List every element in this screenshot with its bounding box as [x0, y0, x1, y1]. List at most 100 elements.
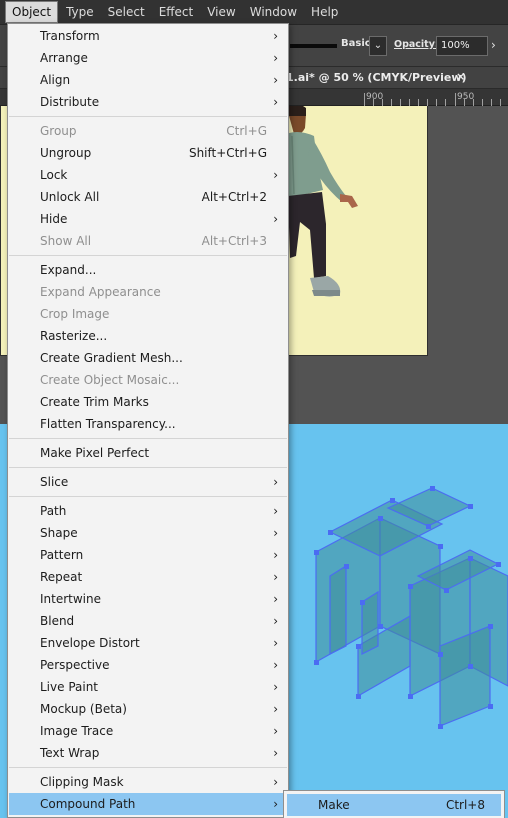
submenu-arrow-icon: ›	[273, 775, 278, 789]
ruler-tick	[427, 99, 428, 106]
submenu-arrow-icon: ›	[273, 475, 278, 489]
menu-select[interactable]: Select	[102, 1, 151, 23]
menu-item-label: Image Trace	[40, 724, 114, 738]
menu-item-crop-image: Crop Image	[9, 303, 287, 325]
menu-item-label: Expand Appearance	[40, 285, 161, 299]
menu-item-compound-path[interactable]: Compound Path ›	[9, 793, 287, 815]
submenu-arrow-icon: ›	[273, 592, 278, 606]
brush-stroke-preview[interactable]	[290, 44, 337, 48]
menu-item-label: Pattern	[40, 548, 84, 562]
menu-separator	[9, 255, 287, 256]
menu-item-clipping-mask[interactable]: Clipping Mask ›	[9, 771, 287, 793]
menu-item-perspective[interactable]: Perspective ›	[9, 654, 287, 676]
menu-item-intertwine[interactable]: Intertwine ›	[9, 588, 287, 610]
submenu-arrow-icon: ›	[273, 51, 278, 65]
menu-item-mockup-beta[interactable]: Mockup (Beta) ›	[9, 698, 287, 720]
document-tab-title[interactable]: 1.ai* @ 50 % (CMYK/Preview)	[286, 71, 467, 84]
menu-item-shortcut: Ctrl+G	[226, 124, 267, 138]
menu-item-label: Clipping Mask	[40, 775, 124, 789]
menu-item-align[interactable]: Align ›	[9, 69, 287, 91]
menu-item-label: Slice	[40, 475, 69, 489]
menu-item-label: Make Pixel Perfect	[40, 446, 150, 460]
menu-item-label: Create Trim Marks	[40, 395, 149, 409]
menu-item-live-paint[interactable]: Live Paint ›	[9, 676, 287, 698]
menu-item-rasterize[interactable]: Rasterize...	[9, 325, 287, 347]
menu-item-shape[interactable]: Shape ›	[9, 522, 287, 544]
menu-item-label: Group	[40, 124, 77, 138]
menu-item-blend[interactable]: Blend ›	[9, 610, 287, 632]
menu-item-slice[interactable]: Slice ›	[9, 471, 287, 493]
ruler-tick	[445, 99, 446, 106]
menu-item-label: Path	[40, 504, 67, 518]
submenu-arrow-icon: ›	[273, 680, 278, 694]
menu-item-path[interactable]: Path ›	[9, 500, 287, 522]
chevron-down-icon: ⌄	[373, 40, 383, 51]
menu-item-image-trace[interactable]: Image Trace ›	[9, 720, 287, 742]
menu-item-ungroup[interactable]: Ungroup Shift+Ctrl+G	[9, 142, 287, 164]
menu-item-flatten-transparency[interactable]: Flatten Transparency...	[9, 413, 287, 435]
menu-item-shortcut: Alt+Ctrl+2	[201, 190, 267, 204]
menu-item-transform[interactable]: Transform ›	[9, 25, 287, 47]
menu-item-distribute[interactable]: Distribute ›	[9, 91, 287, 113]
ruler-tick	[418, 99, 419, 106]
menu-item-create-object-mosaic: Create Object Mosaic...	[9, 369, 287, 391]
menu-item-label: Intertwine	[40, 592, 102, 606]
menu-item-unlock-all[interactable]: Unlock All Alt+Ctrl+2	[9, 186, 287, 208]
menu-item-shortcut: Ctrl+8	[445, 798, 485, 812]
ruler-label: 900	[366, 92, 384, 102]
menu-item-label: Shape	[40, 526, 78, 540]
menu-item-label: Expand...	[40, 263, 97, 277]
ruler-tick	[391, 99, 392, 106]
submenu-arrow-icon: ›	[273, 526, 278, 540]
menu-item-label: Hide	[40, 212, 68, 226]
ruler-tick	[491, 99, 492, 106]
submenu-arrow-icon: ›	[273, 570, 278, 584]
menu-item-hide[interactable]: Hide ›	[9, 208, 287, 230]
submenu-arrow-icon: ›	[273, 95, 278, 109]
menu-item-arrange[interactable]: Arrange ›	[9, 47, 287, 69]
ruler-tick	[436, 99, 437, 106]
menu-item-lock[interactable]: Lock ›	[9, 164, 287, 186]
menu-item-label: Rasterize...	[40, 329, 108, 343]
menu-type[interactable]: Type	[60, 1, 100, 23]
chevron-right-icon[interactable]: ›	[491, 38, 496, 52]
submenu-arrow-icon: ›	[273, 29, 278, 43]
menu-item-label: Unlock All	[40, 190, 100, 204]
menu-item-create-trim-marks[interactable]: Create Trim Marks	[9, 391, 287, 413]
submenu-arrow-icon: ›	[273, 504, 278, 518]
menu-item-envelope-distort[interactable]: Envelope Distort ›	[9, 632, 287, 654]
menu-separator	[9, 496, 287, 497]
close-icon[interactable]: ×	[456, 70, 465, 83]
menu-item-label: Live Paint	[40, 680, 99, 694]
menu-bar: Object Type Select Effect View Window He…	[0, 0, 508, 25]
submenu-arrow-icon: ›	[273, 636, 278, 650]
menu-item-expand[interactable]: Expand...	[9, 259, 287, 281]
menu-item-label: Text Wrap	[40, 746, 100, 760]
menu-item-label: Show All	[40, 234, 92, 248]
menu-window[interactable]: Window	[244, 1, 303, 23]
menu-item-group: Group Ctrl+G	[9, 120, 287, 142]
object-menu-dropdown: Transform › Arrange › Align › Distribute › Group…	[7, 23, 289, 818]
ruler-tick	[364, 93, 365, 106]
ruler-tick	[455, 93, 456, 106]
menu-item-label: Make	[318, 798, 350, 812]
menu-help[interactable]: Help	[305, 1, 344, 23]
menu-object[interactable]: Object	[5, 1, 59, 23]
menu-item-label: Envelope Distort	[40, 636, 140, 650]
menu-item-make[interactable]: Make Ctrl+8	[287, 794, 501, 816]
menu-separator	[9, 467, 287, 468]
menu-item-make-pixel-perfect[interactable]: Make Pixel Perfect	[9, 442, 287, 464]
opacity-input[interactable]: 100%	[436, 36, 488, 56]
menu-item-label: Perspective	[40, 658, 110, 672]
menu-item-label: Flatten Transparency...	[40, 417, 176, 431]
brush-dropdown-button[interactable]: ⌄	[369, 36, 387, 56]
opacity-label[interactable]: Opacity:	[394, 39, 439, 50]
menu-item-create-gradient-mesh[interactable]: Create Gradient Mesh...	[9, 347, 287, 369]
menu-item-text-wrap[interactable]: Text Wrap ›	[9, 742, 287, 764]
menu-item-pattern[interactable]: Pattern ›	[9, 544, 287, 566]
menu-effect[interactable]: Effect	[153, 1, 200, 23]
menu-item-label: Create Object Mosaic...	[40, 373, 180, 387]
menu-item-repeat[interactable]: Repeat ›	[9, 566, 287, 588]
menu-view[interactable]: View	[201, 1, 241, 23]
menu-item-label: Distribute	[40, 95, 100, 109]
